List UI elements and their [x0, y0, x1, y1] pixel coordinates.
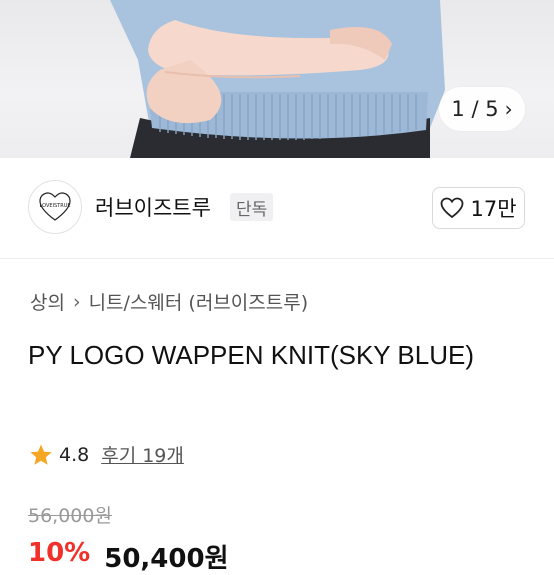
- original-price: 56,000원: [28, 505, 112, 527]
- heart-logo-icon: LOVEISTRUE: [39, 192, 71, 221]
- section-divider: [0, 258, 554, 259]
- review-link[interactable]: 후기 19개: [101, 441, 184, 468]
- like-count: 17만: [470, 197, 517, 221]
- discount-rate: 10%: [28, 538, 91, 568]
- sale-price: 50,400원: [104, 544, 229, 574]
- image-counter[interactable]: 1 / 5 ›: [439, 87, 525, 131]
- rating-row: 4.8 후기 19개: [29, 441, 184, 468]
- rating-score: 4.8: [59, 443, 90, 466]
- price-row: 10% 50,400원: [28, 538, 229, 575]
- svg-text:LOVEISTRUE: LOVEISTRUE: [39, 203, 70, 209]
- store-name[interactable]: 러브이즈트루: [95, 192, 211, 222]
- chevron-right-icon: ›: [72, 290, 81, 313]
- product-image-carousel[interactable]: 1 / 5 ›: [0, 0, 554, 158]
- heart-icon: [441, 197, 464, 219]
- product-photo: [110, 0, 445, 158]
- like-button[interactable]: 17만: [432, 187, 525, 229]
- breadcrumb-item-category[interactable]: 상의: [30, 288, 65, 315]
- store-logo-avatar[interactable]: LOVEISTRUE: [28, 180, 82, 234]
- star-icon: [30, 444, 52, 465]
- exclusive-badge: 단독: [230, 193, 274, 221]
- product-title: PY LOGO WAPPEN KNIT(SKY BLUE): [28, 340, 474, 370]
- image-counter-text: 1 / 5: [451, 97, 499, 121]
- chevron-right-icon[interactable]: ›: [505, 99, 513, 119]
- breadcrumb: 상의 › 니트/스웨터 (러브이즈트루): [30, 288, 308, 315]
- breadcrumb-item-subcategory[interactable]: 니트/스웨터 (러브이즈트루): [89, 288, 309, 315]
